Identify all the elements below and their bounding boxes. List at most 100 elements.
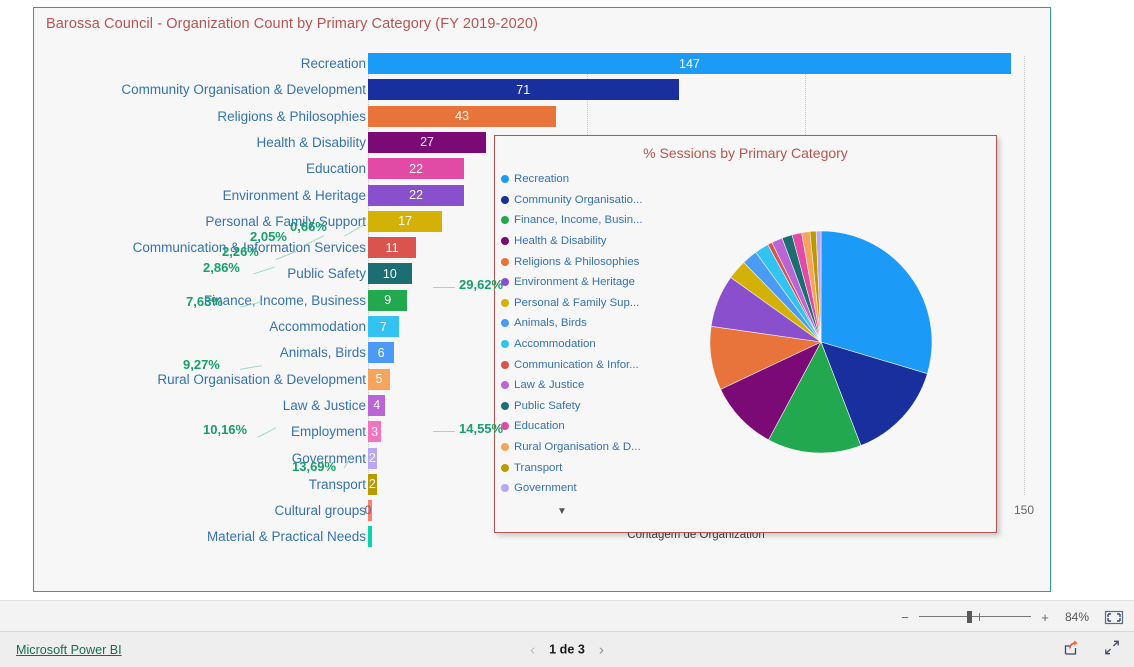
report-canvas: Barossa Council - Organization Count by …	[0, 0, 1134, 600]
zoom-in-button[interactable]: +	[1040, 610, 1050, 625]
bar-rect[interactable]: 6	[368, 342, 394, 363]
bar-rect[interactable]: 5	[368, 369, 390, 390]
bar-rect[interactable]: 3	[368, 421, 381, 442]
pie-graphic[interactable]	[710, 231, 932, 453]
pie-percentage-label: 13,69%	[292, 459, 336, 474]
zoom-slider-notch	[979, 613, 980, 621]
bar-track: 147	[368, 53, 1011, 74]
bar-rect[interactable]: 71	[368, 79, 679, 100]
bar-rect[interactable]: 17	[368, 211, 442, 232]
bar-value-label: 43	[368, 109, 556, 123]
bar-rect[interactable]: 147	[368, 53, 1011, 74]
zoom-toolbar: − + 84%	[0, 600, 1134, 632]
bar-rect[interactable]: 22	[368, 158, 464, 179]
bar-chart-visual[interactable]: Barossa Council - Organization Count by …	[33, 7, 1051, 592]
legend-item[interactable]: Community Organisatio...	[501, 190, 651, 211]
pie-label-leader-line	[433, 431, 455, 432]
legend-label: Environment & Heritage	[514, 276, 635, 288]
bar-rect[interactable]: 7	[368, 316, 399, 337]
legend-label: Communication & Infor...	[514, 359, 639, 371]
zoom-slider-track	[919, 616, 1031, 617]
legend-item[interactable]: Transport	[501, 457, 651, 478]
bar-rect[interactable]: 4	[368, 395, 385, 416]
bar-value-label: 5	[368, 372, 390, 386]
previous-page-button[interactable]: ‹	[530, 642, 535, 657]
bar-rect[interactable]: 22	[368, 185, 464, 206]
legend-item[interactable]: Public Safety	[501, 396, 651, 417]
bar-value-label: 22	[368, 162, 464, 176]
legend-item[interactable]: Animals, Birds	[501, 313, 651, 334]
bar-value-label: 10	[368, 267, 412, 281]
legend-scroll-down-icon[interactable]: ▼	[557, 507, 567, 517]
legend-item[interactable]: Law & Justice	[501, 375, 651, 396]
pie-chart-visual[interactable]: % Sessions by Primary Category Recreatio…	[494, 135, 997, 533]
legend-label: Health & Disability	[514, 235, 606, 247]
zoom-percentage: 84%	[1059, 610, 1089, 624]
bar-category-label: Transport	[309, 472, 366, 498]
bar-value-label: 3	[368, 425, 381, 439]
legend-item[interactable]: Communication & Infor...	[501, 354, 651, 375]
bar-track: 2	[368, 474, 377, 495]
bar-category-label: Education	[306, 156, 366, 182]
bar-rect[interactable]: 2	[368, 448, 377, 469]
bar-rect[interactable]: 9	[368, 290, 407, 311]
legend-item[interactable]: Government	[501, 478, 651, 499]
legend-item[interactable]: Recreation	[501, 169, 651, 190]
bar-category-label: Community Organisation & Development	[121, 77, 366, 103]
bar-track: 7	[368, 316, 399, 337]
legend-color-dot	[501, 258, 509, 266]
legend-item[interactable]: Religions & Philosophies	[501, 251, 651, 272]
bar-rect[interactable]: 2	[368, 474, 377, 495]
legend-item[interactable]: Rural Organisation & D...	[501, 437, 651, 458]
footer-icons	[1064, 639, 1120, 660]
bar-value-label: 27	[368, 135, 486, 149]
bar-row[interactable]: Religions & Philosophies43	[34, 104, 1050, 130]
legend-item[interactable]: Health & Disability	[501, 231, 651, 252]
bar-category-label: Health & Disability	[256, 130, 366, 156]
zoom-controls: − + 84%	[900, 601, 1124, 633]
x-axis-tick-label: 0	[365, 503, 372, 517]
bar-category-label: Public Safety	[287, 261, 366, 287]
powerbi-brand-link[interactable]: Microsoft Power BI	[16, 643, 122, 657]
bar-value-label: 6	[368, 346, 394, 360]
pie-label-leader-line	[433, 287, 455, 288]
pie-percentage-label: 0,66%	[290, 219, 327, 234]
fullscreen-icon[interactable]	[1104, 639, 1120, 660]
legend-item[interactable]: Finance, Income, Busin...	[501, 210, 651, 231]
legend-label: Finance, Income, Busin...	[514, 214, 643, 226]
bar-row[interactable]: Recreation147	[34, 51, 1050, 77]
next-page-button[interactable]: ›	[599, 642, 604, 657]
bar-rect[interactable]: 27	[368, 132, 486, 153]
zoom-slider[interactable]	[919, 610, 1031, 624]
x-axis-tick-label: 150	[1014, 503, 1034, 517]
bar-track: 43	[368, 106, 556, 127]
legend-color-dot	[501, 175, 509, 183]
bar-value-label: 2	[368, 477, 377, 491]
pie-legend[interactable]: Recreation Community Organisatio... Financ…	[501, 169, 651, 499]
bar-track: 2	[368, 448, 377, 469]
bar-rect[interactable]: 43	[368, 106, 556, 127]
pie-percentage-label: 2,26%	[222, 244, 259, 259]
zoom-out-button[interactable]: −	[900, 610, 910, 625]
page-navigation: ‹ 1 de 3 ›	[530, 642, 604, 657]
legend-label: Recreation	[514, 173, 569, 185]
legend-color-dot	[501, 237, 509, 245]
bar-row[interactable]: Community Organisation & Development71	[34, 77, 1050, 103]
bar-value-label: 2	[368, 451, 377, 465]
legend-item[interactable]: Education	[501, 416, 651, 437]
fit-to-page-icon[interactable]	[1104, 610, 1124, 625]
bar-value-label: 7	[368, 320, 399, 334]
bar-track: 17	[368, 211, 442, 232]
bar-rect[interactable]: 10	[368, 263, 412, 284]
legend-item[interactable]: Personal & Family Sup...	[501, 293, 651, 314]
legend-item[interactable]: Accommodation	[501, 334, 651, 355]
bar-category-label: Accommodation	[269, 314, 366, 340]
legend-label: Accommodation	[514, 338, 596, 350]
legend-label: Government	[514, 482, 577, 494]
share-icon[interactable]	[1064, 639, 1080, 660]
bar-category-label: Finance, Income, Business	[204, 288, 366, 314]
zoom-slider-thumb[interactable]	[967, 611, 972, 623]
bar-category-label: Religions & Philosophies	[217, 104, 366, 130]
bar-rect[interactable]: 11	[368, 237, 416, 258]
legend-item[interactable]: Environment & Heritage	[501, 272, 651, 293]
